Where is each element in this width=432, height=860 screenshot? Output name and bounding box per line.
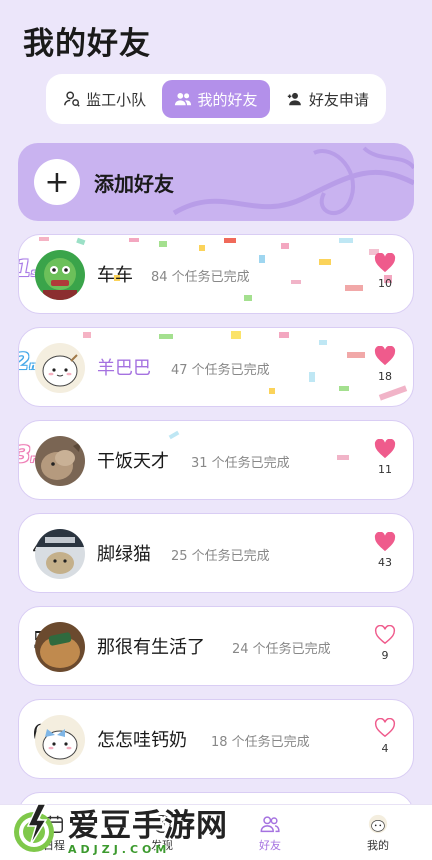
friend-name: 车车	[97, 265, 133, 286]
like-button[interactable]: 4	[371, 718, 399, 755]
add-friend-icon	[287, 92, 301, 106]
like-count: 18	[378, 370, 392, 383]
friend-name: 怎怎哇钙奶	[97, 730, 187, 751]
tasks-completed: 84 个任务已完成	[151, 270, 250, 285]
avatar	[35, 436, 85, 486]
like-count: 43	[378, 556, 392, 569]
profile-icon	[368, 814, 388, 833]
friend-name: 脚绿猫	[97, 544, 151, 565]
friends-icon	[260, 815, 280, 832]
friend-card[interactable]: 3rd 干饭天才 31 个任务已完成 11	[18, 420, 414, 500]
heart-outline-icon	[374, 718, 396, 738]
add-friend-label: 添加好友	[94, 171, 174, 196]
friend-card[interactable]: 5 那很有生活了 24 个任务已完成 9	[18, 606, 414, 686]
tasks-completed: 31 个任务已完成	[191, 456, 290, 471]
tab-friend-requests[interactable]: 好友申请	[274, 80, 381, 118]
avatar	[35, 343, 85, 393]
nav-label: 我的	[367, 838, 389, 852]
like-count: 9	[381, 649, 389, 662]
like-button[interactable]: 9	[371, 625, 399, 662]
bottom-nav: 日程 发现 好友 我的	[0, 804, 432, 860]
tab-label: 我的好友	[197, 90, 258, 109]
heart-filled-icon	[374, 253, 396, 273]
nav-label: 发现	[151, 838, 173, 852]
discover-icon	[153, 814, 171, 833]
tasks-completed: 47 个任务已完成	[171, 363, 270, 378]
friends-tab-bar: 监工小队 我的好友 好友申请	[46, 74, 386, 124]
tab-my-friends[interactable]: 我的好友	[162, 80, 270, 118]
friend-card[interactable]: 6 怎怎哇钙奶 18 个任务已完成 4	[18, 699, 414, 779]
nav-label: 日程	[43, 838, 65, 852]
nav-profile[interactable]: 我的	[324, 805, 432, 860]
heart-outline-icon	[374, 625, 396, 645]
nav-friends[interactable]: 好友	[216, 805, 324, 860]
heart-filled-icon	[374, 346, 396, 366]
heart-filled-icon	[374, 439, 396, 459]
like-count: 10	[378, 277, 392, 290]
friend-name: 羊巴巴	[97, 358, 151, 379]
friends-icon	[175, 92, 192, 106]
friend-card[interactable]: 1st 车车 84 个任务已完成 10	[18, 234, 414, 314]
heart-filled-icon	[374, 532, 396, 552]
plus-icon: +	[34, 159, 80, 205]
supervisor-icon	[64, 91, 80, 107]
page-title: 我的好友	[23, 26, 151, 62]
tasks-completed: 18 个任务已完成	[211, 735, 310, 750]
calendar-icon	[45, 815, 63, 833]
like-button[interactable]: 18	[371, 346, 399, 383]
like-button[interactable]: 43	[371, 532, 399, 569]
nav-schedule[interactable]: 日程	[0, 805, 108, 860]
tab-label: 监工小队	[86, 90, 147, 109]
like-button[interactable]: 10	[371, 253, 399, 290]
avatar	[35, 529, 85, 579]
add-friend-button[interactable]: + 添加好友	[18, 143, 414, 221]
avatar	[35, 622, 85, 672]
tasks-completed: 24 个任务已完成	[232, 642, 331, 657]
avatar	[35, 250, 85, 300]
friend-name: 干饭天才	[97, 451, 169, 472]
doodle-decoration	[172, 146, 414, 216]
like-count: 11	[378, 463, 392, 476]
friend-card[interactable]: 2nd 羊巴巴 47 个任务已完成 18	[18, 327, 414, 407]
nav-label: 好友	[259, 838, 281, 852]
tab-label: 好友申请	[308, 90, 369, 109]
tab-supervisor-squad[interactable]: 监工小队	[51, 80, 158, 118]
tasks-completed: 25 个任务已完成	[171, 549, 270, 564]
like-button[interactable]: 11	[371, 439, 399, 476]
like-count: 4	[381, 742, 389, 755]
friend-card[interactable]: 4 脚绿猫 25 个任务已完成 43	[18, 513, 414, 593]
friend-name: 那很有生活了	[97, 637, 205, 658]
avatar	[35, 715, 85, 765]
nav-discover[interactable]: 发现	[108, 805, 216, 860]
